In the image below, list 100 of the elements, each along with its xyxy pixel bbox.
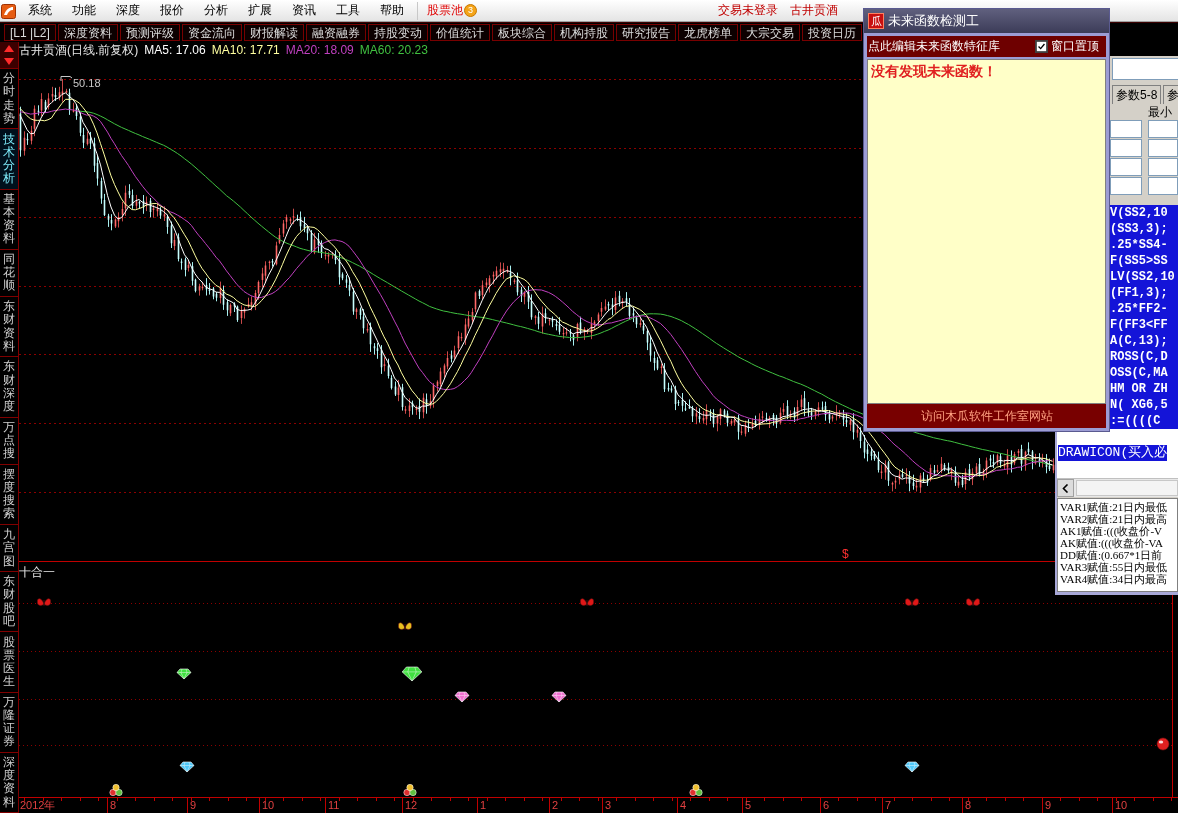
result-text: 没有发现未来函数！ [871,63,998,81]
axis-label: 6 [823,799,830,812]
toolbar-tab[interactable]: 大宗交易 [739,24,800,41]
axis-label: 8 [110,799,117,812]
axis-label: 8 [965,799,972,812]
login-status[interactable]: 交易未登录 [718,2,778,19]
menu-item[interactable]: 功能 [62,0,106,21]
sidebar-tab[interactable]: 分时走势 [0,69,18,130]
param-field[interactable] [1110,177,1142,195]
menu-item[interactable]: 扩展 [238,0,282,21]
indicator-value: MA10: 17.71 [211,43,280,57]
menu-item[interactable]: 资讯 [282,0,326,21]
toolbar-tab[interactable]: 价值统计 [429,24,490,41]
scroll-left-button[interactable] [1057,479,1074,497]
checkbox-label: 窗口置顶 [1051,38,1099,55]
scrollbar-thumb[interactable] [1076,480,1178,496]
output-line: AK1赋值:(((收盘价-V [1060,525,1164,537]
gem-icon [176,668,192,680]
leader-line [60,76,73,82]
edit-link[interactable]: 点此编辑未来函数特征库 [868,38,1000,55]
axis-label: 11 [328,799,340,812]
chevron-left-icon [1062,483,1069,493]
chart-title: 古井贡酒(日线.前复权) [19,41,139,59]
output-line: DD赋值:(0.667*1日前 [1060,549,1163,561]
menu-item[interactable]: 工具 [326,0,370,21]
sidebar-tab[interactable]: 东财深度 [0,357,18,418]
app-logo-icon[interactable] [1,2,16,19]
axis-label: 5 [745,799,752,812]
axis-label: 2 [552,799,559,812]
menu-item[interactable]: 帮助 [370,0,414,21]
param-field[interactable] [1110,120,1142,138]
text-field[interactable] [1112,58,1178,80]
gem-icon [179,761,195,773]
menu-item[interactable]: 系统 [18,0,62,21]
ball-icon [1156,737,1170,751]
axis-label: 2012年 [20,799,56,812]
param-field[interactable] [1148,158,1178,176]
pin-checkbox[interactable] [1035,40,1048,53]
param-tab[interactable]: 参 [1163,85,1178,104]
butterfly-icon [905,598,919,607]
toolbar-tab[interactable]: 研究报告 [615,24,676,41]
toolbar-tab[interactable]: 融资融券 [305,24,366,41]
app-icon: 瓜 [868,13,884,29]
axis-label: 4 [680,799,687,812]
axis-label: 12 [405,799,418,812]
indicator-value: MA5: 17.06 [144,43,206,57]
param-field[interactable] [1110,158,1142,176]
column-header: 最小 [1148,104,1173,121]
toolbar-tab[interactable]: 板块综合 [491,24,552,41]
window-title: 未来函数检测工 [888,12,979,30]
toolbar-tab[interactable]: 预测评级 [119,24,180,41]
website-link[interactable]: 访问木瓜软件工作室网站 [920,407,1053,425]
toolbar-tab[interactable]: [L1 |L2] [4,24,56,41]
axis-label: 10 [262,799,275,812]
coins-icon [403,784,417,796]
toolbar-tab[interactable]: 深度资料 [57,24,118,41]
param-field[interactable] [1148,139,1178,157]
horizontal-scrollbar[interactable] [1057,478,1178,497]
stock-pool-menu[interactable]: 股票池 3 [419,0,481,21]
toolbar-tab[interactable]: 财报解读 [243,24,304,41]
high-price-label: 50.18 [73,77,101,89]
axis-label: 7 [885,799,892,812]
param-field[interactable] [1110,139,1142,157]
toolbar-tab[interactable]: 龙虎榜单 [677,24,738,41]
output-line: AK赋值:(((收盘价-VA [1060,537,1165,549]
gem-icon [551,691,567,703]
menu-item[interactable]: 报价 [150,0,194,21]
toolbar-tab[interactable]: 持股变动 [367,24,428,41]
axis-label: 10 [1115,799,1128,812]
indicator-value: MA20: 18.09 [285,43,354,57]
param-field[interactable] [1148,120,1178,138]
sidebar-tab[interactable]: 技术分析 [0,129,18,190]
axis-label: 1 [480,799,487,812]
axis-label: 3 [605,799,612,812]
output-line: VAR3赋值:55日内最低 [1060,561,1169,573]
signal-mark: $ [842,547,849,561]
gem-icon [401,666,423,682]
param-tab[interactable]: 参数5-8 [1112,85,1162,104]
gem-icon [904,761,920,773]
butterfly-icon [37,598,51,607]
menu-item[interactable]: 深度 [106,0,150,21]
param-field[interactable] [1148,177,1178,195]
menu-item[interactable]: 分析 [194,0,238,21]
indicator-value: MA60: 20.23 [359,43,428,57]
butterfly-icon [966,598,980,607]
butterfly-icon [398,622,412,631]
count-badge: 3 [464,4,477,17]
butterfly-icon [580,598,594,607]
output-line: VAR1赋值:21日内最低 [1060,501,1169,513]
toolbar-tab[interactable]: 投资日历 [801,24,862,41]
coins-icon [689,784,703,796]
axis-label: 9 [1045,799,1052,812]
toolbar-tab[interactable]: 机构持股 [553,24,614,41]
output-line: VAR2赋值:21日内最高 [1060,513,1169,525]
axis-label: 9 [190,799,197,812]
output-line: VAR4赋值:34日内最高 [1060,573,1169,585]
panel-title: 十合一 [19,564,55,581]
toolbar-tab[interactable]: 资金流向 [181,24,242,41]
gem-icon [454,691,470,703]
coins-icon [109,784,123,796]
